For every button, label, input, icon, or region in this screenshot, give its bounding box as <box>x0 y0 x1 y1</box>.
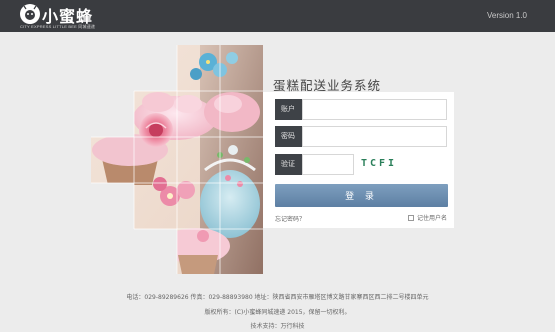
footer-contact: 电话：029-89289626 传真：029-88893980 地址：陕西省西安… <box>126 294 429 301</box>
captcha-input[interactable] <box>302 154 354 175</box>
logo: 小蜜蜂 CITY EXPRESS LITTLE BEE 同城速递 <box>20 2 110 30</box>
remember-username-label: 记住用户名 <box>417 215 448 222</box>
bee-logo-icon <box>20 4 40 24</box>
password-label: 密码 <box>275 126 302 147</box>
footer-support: 技术支持：万行科技 <box>250 323 305 330</box>
login-button[interactable]: 登 录 <box>275 184 448 207</box>
captcha-label: 验证 <box>275 154 302 175</box>
footer-copyright: 版权所有：(C)小蜜蜂同城速递 2015，保留一切权利。 <box>204 309 351 316</box>
account-input[interactable] <box>302 99 447 120</box>
system-title: 蛋糕配送业务系统 <box>273 78 382 93</box>
top-header: 小蜜蜂 CITY EXPRESS LITTLE BEE 同城速递 Version… <box>0 0 555 32</box>
version-label: Version 1.0 <box>486 11 527 20</box>
remember-username-checkbox[interactable]: 记住用户名 <box>408 213 447 222</box>
checkbox-icon[interactable] <box>408 215 414 221</box>
logo-subtitle: CITY EXPRESS LITTLE BEE 同城速递 <box>20 24 96 29</box>
captcha-image[interactable]: TCFI <box>361 156 401 172</box>
password-input[interactable] <box>302 126 447 147</box>
account-label: 账户 <box>275 99 302 120</box>
forgot-password-link[interactable]: 忘记密码？ <box>275 214 305 223</box>
